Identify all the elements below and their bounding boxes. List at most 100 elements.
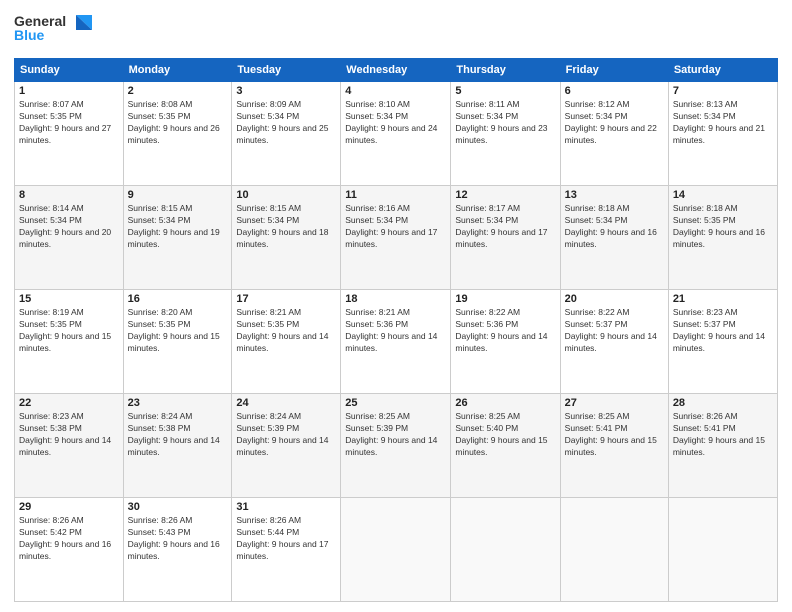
day-number: 13 (565, 189, 664, 201)
calendar-cell (668, 498, 777, 602)
day-detail: Sunrise: 8:08 AM Sunset: 5:35 PM Dayligh… (128, 99, 228, 147)
calendar-cell: 31 Sunrise: 8:26 AM Sunset: 5:44 PM Dayl… (232, 498, 341, 602)
day-detail: Sunrise: 8:09 AM Sunset: 5:34 PM Dayligh… (236, 99, 336, 147)
calendar-table: SundayMondayTuesdayWednesdayThursdayFrid… (14, 58, 778, 602)
day-detail: Sunrise: 8:25 AM Sunset: 5:39 PM Dayligh… (345, 411, 446, 459)
calendar-cell: 15 Sunrise: 8:19 AM Sunset: 5:35 PM Dayl… (15, 290, 124, 394)
day-number: 28 (673, 397, 773, 409)
calendar-week-5: 29 Sunrise: 8:26 AM Sunset: 5:42 PM Dayl… (15, 498, 778, 602)
day-detail: Sunrise: 8:11 AM Sunset: 5:34 PM Dayligh… (455, 99, 555, 147)
calendar-cell: 28 Sunrise: 8:26 AM Sunset: 5:41 PM Dayl… (668, 394, 777, 498)
day-detail: Sunrise: 8:21 AM Sunset: 5:35 PM Dayligh… (236, 307, 336, 355)
page: General Blue SundayMondayTuesdayWednesda… (0, 0, 792, 612)
day-number: 3 (236, 85, 336, 97)
calendar-week-3: 15 Sunrise: 8:19 AM Sunset: 5:35 PM Dayl… (15, 290, 778, 394)
day-detail: Sunrise: 8:25 AM Sunset: 5:41 PM Dayligh… (565, 411, 664, 459)
calendar-cell: 19 Sunrise: 8:22 AM Sunset: 5:36 PM Dayl… (451, 290, 560, 394)
day-detail: Sunrise: 8:21 AM Sunset: 5:36 PM Dayligh… (345, 307, 446, 355)
day-number: 21 (673, 293, 773, 305)
calendar-cell: 22 Sunrise: 8:23 AM Sunset: 5:38 PM Dayl… (15, 394, 124, 498)
day-number: 11 (345, 189, 446, 201)
day-detail: Sunrise: 8:19 AM Sunset: 5:35 PM Dayligh… (19, 307, 119, 355)
day-number: 26 (455, 397, 555, 409)
calendar-cell: 26 Sunrise: 8:25 AM Sunset: 5:40 PM Dayl… (451, 394, 560, 498)
day-number: 10 (236, 189, 336, 201)
calendar-cell: 20 Sunrise: 8:22 AM Sunset: 5:37 PM Dayl… (560, 290, 668, 394)
day-detail: Sunrise: 8:26 AM Sunset: 5:43 PM Dayligh… (128, 515, 228, 563)
day-detail: Sunrise: 8:14 AM Sunset: 5:34 PM Dayligh… (19, 203, 119, 251)
calendar-cell: 14 Sunrise: 8:18 AM Sunset: 5:35 PM Dayl… (668, 186, 777, 290)
day-number: 7 (673, 85, 773, 97)
calendar-header-tuesday: Tuesday (232, 59, 341, 82)
day-number: 27 (565, 397, 664, 409)
day-detail: Sunrise: 8:18 AM Sunset: 5:34 PM Dayligh… (565, 203, 664, 251)
calendar-week-1: 1 Sunrise: 8:07 AM Sunset: 5:35 PM Dayli… (15, 82, 778, 186)
day-detail: Sunrise: 8:16 AM Sunset: 5:34 PM Dayligh… (345, 203, 446, 251)
calendar-header-sunday: Sunday (15, 59, 124, 82)
day-number: 20 (565, 293, 664, 305)
day-number: 8 (19, 189, 119, 201)
calendar-cell: 11 Sunrise: 8:16 AM Sunset: 5:34 PM Dayl… (341, 186, 451, 290)
day-detail: Sunrise: 8:22 AM Sunset: 5:37 PM Dayligh… (565, 307, 664, 355)
day-detail: Sunrise: 8:13 AM Sunset: 5:34 PM Dayligh… (673, 99, 773, 147)
calendar-cell: 24 Sunrise: 8:24 AM Sunset: 5:39 PM Dayl… (232, 394, 341, 498)
calendar-cell: 7 Sunrise: 8:13 AM Sunset: 5:34 PM Dayli… (668, 82, 777, 186)
day-number: 6 (565, 85, 664, 97)
calendar-cell: 21 Sunrise: 8:23 AM Sunset: 5:37 PM Dayl… (668, 290, 777, 394)
day-detail: Sunrise: 8:10 AM Sunset: 5:34 PM Dayligh… (345, 99, 446, 147)
calendar-cell (560, 498, 668, 602)
day-number: 29 (19, 501, 119, 513)
calendar-cell: 25 Sunrise: 8:25 AM Sunset: 5:39 PM Dayl… (341, 394, 451, 498)
calendar-cell: 16 Sunrise: 8:20 AM Sunset: 5:35 PM Dayl… (123, 290, 232, 394)
logo-svg: General Blue (14, 10, 94, 50)
logo: General Blue (14, 10, 94, 50)
day-number: 31 (236, 501, 336, 513)
calendar-cell: 3 Sunrise: 8:09 AM Sunset: 5:34 PM Dayli… (232, 82, 341, 186)
day-detail: Sunrise: 8:25 AM Sunset: 5:40 PM Dayligh… (455, 411, 555, 459)
calendar-cell: 6 Sunrise: 8:12 AM Sunset: 5:34 PM Dayli… (560, 82, 668, 186)
calendar-cell: 30 Sunrise: 8:26 AM Sunset: 5:43 PM Dayl… (123, 498, 232, 602)
calendar-header-monday: Monday (123, 59, 232, 82)
calendar-cell: 29 Sunrise: 8:26 AM Sunset: 5:42 PM Dayl… (15, 498, 124, 602)
calendar-header-row: SundayMondayTuesdayWednesdayThursdayFrid… (15, 59, 778, 82)
calendar-cell: 9 Sunrise: 8:15 AM Sunset: 5:34 PM Dayli… (123, 186, 232, 290)
calendar-cell: 2 Sunrise: 8:08 AM Sunset: 5:35 PM Dayli… (123, 82, 232, 186)
day-detail: Sunrise: 8:07 AM Sunset: 5:35 PM Dayligh… (19, 99, 119, 147)
day-number: 15 (19, 293, 119, 305)
day-number: 25 (345, 397, 446, 409)
day-detail: Sunrise: 8:15 AM Sunset: 5:34 PM Dayligh… (236, 203, 336, 251)
day-detail: Sunrise: 8:24 AM Sunset: 5:39 PM Dayligh… (236, 411, 336, 459)
svg-text:Blue: Blue (14, 27, 45, 43)
day-number: 24 (236, 397, 336, 409)
day-detail: Sunrise: 8:20 AM Sunset: 5:35 PM Dayligh… (128, 307, 228, 355)
day-detail: Sunrise: 8:17 AM Sunset: 5:34 PM Dayligh… (455, 203, 555, 251)
calendar-cell (451, 498, 560, 602)
day-number: 17 (236, 293, 336, 305)
calendar-week-4: 22 Sunrise: 8:23 AM Sunset: 5:38 PM Dayl… (15, 394, 778, 498)
day-detail: Sunrise: 8:12 AM Sunset: 5:34 PM Dayligh… (565, 99, 664, 147)
calendar-cell: 23 Sunrise: 8:24 AM Sunset: 5:38 PM Dayl… (123, 394, 232, 498)
day-detail: Sunrise: 8:26 AM Sunset: 5:41 PM Dayligh… (673, 411, 773, 459)
day-number: 2 (128, 85, 228, 97)
calendar-cell: 27 Sunrise: 8:25 AM Sunset: 5:41 PM Dayl… (560, 394, 668, 498)
calendar-cell: 1 Sunrise: 8:07 AM Sunset: 5:35 PM Dayli… (15, 82, 124, 186)
day-number: 4 (345, 85, 446, 97)
calendar-header-wednesday: Wednesday (341, 59, 451, 82)
day-detail: Sunrise: 8:15 AM Sunset: 5:34 PM Dayligh… (128, 203, 228, 251)
day-number: 12 (455, 189, 555, 201)
day-detail: Sunrise: 8:23 AM Sunset: 5:37 PM Dayligh… (673, 307, 773, 355)
day-number: 5 (455, 85, 555, 97)
day-detail: Sunrise: 8:24 AM Sunset: 5:38 PM Dayligh… (128, 411, 228, 459)
calendar-header-saturday: Saturday (668, 59, 777, 82)
calendar-cell: 12 Sunrise: 8:17 AM Sunset: 5:34 PM Dayl… (451, 186, 560, 290)
calendar-cell: 10 Sunrise: 8:15 AM Sunset: 5:34 PM Dayl… (232, 186, 341, 290)
day-detail: Sunrise: 8:26 AM Sunset: 5:44 PM Dayligh… (236, 515, 336, 563)
calendar-header-friday: Friday (560, 59, 668, 82)
day-detail: Sunrise: 8:22 AM Sunset: 5:36 PM Dayligh… (455, 307, 555, 355)
day-number: 18 (345, 293, 446, 305)
day-number: 1 (19, 85, 119, 97)
calendar-cell: 13 Sunrise: 8:18 AM Sunset: 5:34 PM Dayl… (560, 186, 668, 290)
day-detail: Sunrise: 8:26 AM Sunset: 5:42 PM Dayligh… (19, 515, 119, 563)
day-number: 23 (128, 397, 228, 409)
day-number: 14 (673, 189, 773, 201)
